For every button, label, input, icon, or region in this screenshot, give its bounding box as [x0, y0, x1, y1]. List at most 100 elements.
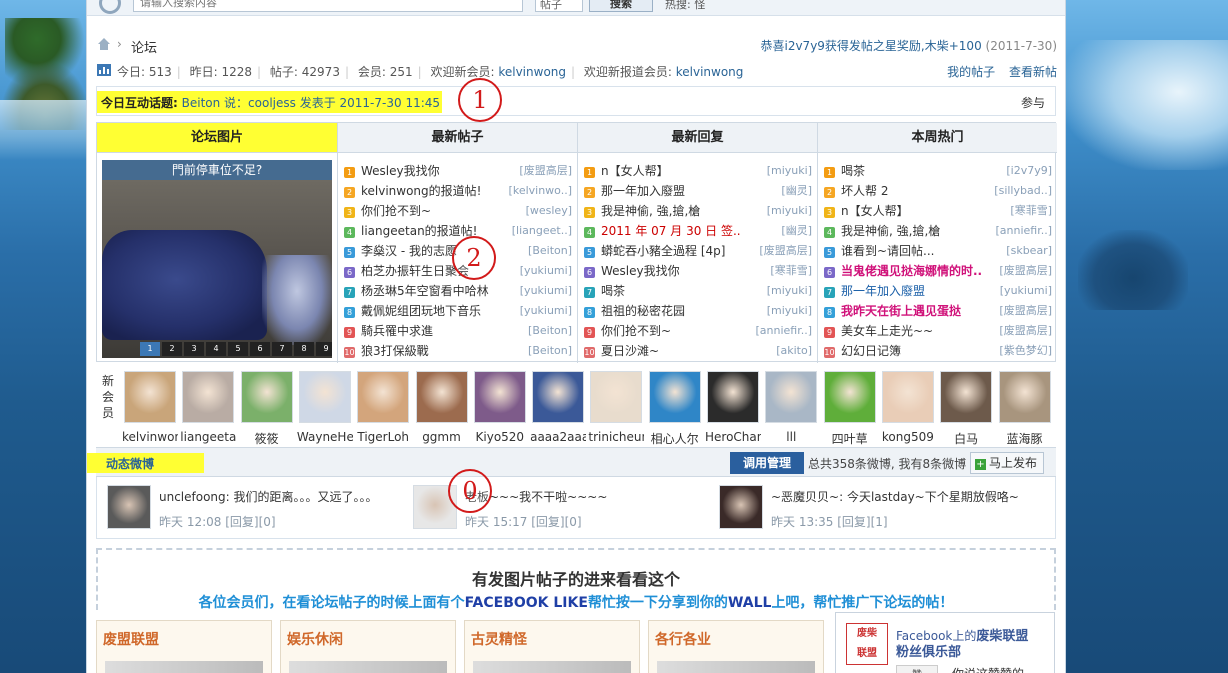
thread-author-link[interactable]: [liangeet..] — [507, 221, 572, 241]
member-name-link[interactable]: aaaa2aaa — [530, 430, 586, 444]
award-notice[interactable]: 恭喜i2v7y9获得发帖之星奖励,木柴+100 (2011-7-30) — [760, 37, 1057, 54]
member-card[interactable]: aaaa2aaa — [530, 371, 586, 444]
member-card[interactable]: lll — [763, 371, 819, 444]
topic-link[interactable]: Beiton 说：cooljess 发表于 2011-7-30 11:45 — [182, 96, 440, 110]
tab-forum-photos[interactable]: 论坛图片 — [97, 123, 337, 153]
view-new-posts-link[interactable]: 查看新帖 — [1009, 65, 1057, 79]
list-item[interactable]: 10 狼3打保級戰 [Beiton] — [344, 341, 572, 361]
list-item[interactable]: 2 kelvinwong的报道帖! [kelvinwo..] — [344, 181, 572, 201]
thread-title-link[interactable]: 祖祖的秘密花园 — [601, 304, 685, 318]
member-name-link[interactable]: trinicheun — [588, 430, 644, 444]
thread-author-link[interactable]: [幽灵] — [777, 221, 812, 241]
list-item[interactable]: 8 祖祖的秘密花园 [miyuki] — [584, 301, 812, 321]
thread-title-link[interactable]: 我是神偷, 強,搶,槍 — [601, 204, 700, 218]
member-name-link[interactable]: TigerLoh — [355, 430, 411, 444]
member-card[interactable]: 四叶草 — [822, 371, 878, 446]
member-card[interactable]: liangeeta — [180, 371, 236, 444]
category-thumbnail[interactable] — [105, 661, 263, 673]
thread-title-link[interactable]: 坏人帮 2 — [841, 184, 888, 198]
thread-title-link[interactable]: 李燊汉 - 我的志愿 — [361, 244, 457, 258]
thread-author-link[interactable]: [sillybad..] — [990, 181, 1052, 201]
list-item[interactable]: 7 那一年加入廢盟 [yukiumi] — [824, 281, 1052, 301]
avatar[interactable] — [298, 371, 351, 423]
thread-title-link[interactable]: Wesley我找你 — [601, 264, 680, 278]
slideshow-page-9[interactable]: 9 — [316, 342, 332, 356]
avatar[interactable] — [107, 485, 151, 529]
new-reporter-link[interactable]: kelvinwong — [676, 65, 744, 79]
thread-author-link[interactable]: [Beiton] — [524, 321, 572, 341]
thread-title-link[interactable]: 騎兵罹中求進 — [361, 324, 433, 338]
thread-author-link[interactable]: [miyuki] — [762, 161, 812, 181]
weibo-meta[interactable]: 昨天 13:35 [回复][1] — [771, 513, 888, 530]
avatar[interactable] — [415, 371, 468, 423]
thread-title-link[interactable]: 蟒蛇吞小豬全過程 [4p] — [601, 244, 725, 258]
list-item[interactable]: 9 美女车上走光~~ [废盟高层] — [824, 321, 1052, 341]
list-item[interactable]: 9 騎兵罹中求進 [Beiton] — [344, 321, 572, 341]
page-title[interactable]: 论坛 — [131, 37, 157, 56]
thread-author-link[interactable]: [kelvinwo..] — [504, 181, 572, 201]
thread-author-link[interactable]: [寒菲雪] — [1006, 201, 1052, 221]
tab-latest-posts[interactable]: 最新帖子 — [338, 123, 577, 153]
list-item[interactable]: 1 n【女人帮】 [miyuki] — [584, 161, 812, 181]
thread-title-link[interactable]: 喝茶 — [841, 164, 865, 178]
avatar[interactable] — [240, 371, 293, 423]
photo-caption[interactable]: 門前停車位不足? — [102, 160, 332, 180]
thread-title-link[interactable]: 幻幻日记簿 — [841, 344, 901, 358]
member-card[interactable]: trinicheun — [588, 371, 644, 444]
thread-title-link[interactable]: 喝茶 — [601, 284, 625, 298]
category-title-link[interactable]: 娱乐休闲 — [287, 629, 343, 649]
list-item[interactable]: 1 Wesley我找你 [废盟高层] — [344, 161, 572, 181]
avatar[interactable] — [590, 371, 643, 423]
avatar[interactable] — [881, 371, 934, 423]
weibo-meta[interactable]: 昨天 15:17 [回复][0] — [465, 513, 582, 530]
my-posts-link[interactable]: 我的帖子 — [947, 65, 995, 79]
thread-title-link[interactable]: 谁看到~请回帖... — [841, 244, 935, 258]
thread-title-link[interactable]: 你们抢不到~ — [601, 324, 671, 338]
member-card[interactable]: kong509 — [880, 371, 936, 444]
list-item[interactable]: 3 你们抢不到~ [wesley] — [344, 201, 572, 221]
category-thumbnail[interactable] — [289, 661, 447, 673]
slideshow-page-7[interactable]: 7 — [272, 342, 292, 356]
thread-title-link[interactable]: n【女人帮】 — [841, 204, 909, 218]
thread-title-link[interactable]: 夏日沙滩~ — [601, 344, 659, 358]
list-item[interactable]: 9 你们抢不到~ [anniefir..] — [584, 321, 812, 341]
thread-author-link[interactable]: [anniefir..] — [751, 321, 812, 341]
hot-search-link[interactable]: 热搜: 怪 — [665, 0, 705, 12]
category-title-link[interactable]: 废盟联盟 — [103, 629, 159, 649]
thread-author-link[interactable]: [废盟高层] — [995, 261, 1052, 281]
thread-title-link[interactable]: 那一年加入廢盟 — [601, 184, 685, 198]
member-name-link[interactable]: HeroChan — [705, 430, 761, 444]
thread-title-link[interactable]: 狼3打保級戰 — [361, 344, 429, 358]
home-icon[interactable] — [97, 38, 111, 50]
list-item[interactable]: 6 Wesley我找你 [寒菲雪] — [584, 261, 812, 281]
thread-author-link[interactable]: [miyuki] — [762, 201, 812, 221]
member-card[interactable]: kelvinwon — [122, 371, 178, 444]
member-name-link[interactable]: ggmm — [414, 430, 470, 444]
avatar[interactable] — [124, 371, 176, 423]
thread-title-link[interactable]: 你们抢不到~ — [361, 204, 431, 218]
tab-latest-replies[interactable]: 最新回复 — [578, 123, 817, 153]
thread-author-link[interactable]: [废盟高层] — [755, 241, 812, 261]
list-item[interactable]: 5 蟒蛇吞小豬全過程 [4p] [废盟高层] — [584, 241, 812, 261]
search-input[interactable] — [133, 0, 523, 12]
thread-title-link[interactable]: 美女车上走光~~ — [841, 324, 933, 338]
member-name-link[interactable]: 蓝海豚 — [997, 430, 1053, 447]
list-item[interactable]: 2 那一年加入廢盟 [幽灵] — [584, 181, 812, 201]
thread-title-link[interactable]: 戴佩妮组团玩地下音乐 — [361, 304, 481, 318]
member-card[interactable]: TigerLoh — [355, 371, 411, 444]
list-item[interactable]: 4 我是神偷, 強,搶,槍 [anniefir..] — [824, 221, 1052, 241]
avatar[interactable] — [532, 371, 585, 423]
thread-title-link[interactable]: 我是神偷, 強,搶,槍 — [841, 224, 940, 238]
list-item[interactable]: 7 杨丞琳5年空窗看中哈林 [yukiumi] — [344, 281, 572, 301]
weibo-title[interactable]: 动态微博 — [106, 455, 154, 472]
thread-title-link[interactable]: 当鬼佬遇见挞海娜情的时.. — [841, 264, 982, 278]
thread-author-link[interactable]: [寒菲雪] — [766, 261, 812, 281]
list-item[interactable]: 7 喝茶 [miyuki] — [584, 281, 812, 301]
member-card[interactable]: 相心人尔 — [647, 371, 703, 446]
list-item[interactable]: 8 我昨天在街上遇见蛋挞 [废盟高层] — [824, 301, 1052, 321]
thread-author-link[interactable]: [yukiumi] — [515, 301, 572, 321]
avatar[interactable] — [707, 371, 759, 423]
member-name-link[interactable]: WayneHe — [297, 430, 353, 444]
slideshow-page-1[interactable]: 1 — [140, 342, 160, 356]
avatar[interactable] — [357, 371, 410, 423]
